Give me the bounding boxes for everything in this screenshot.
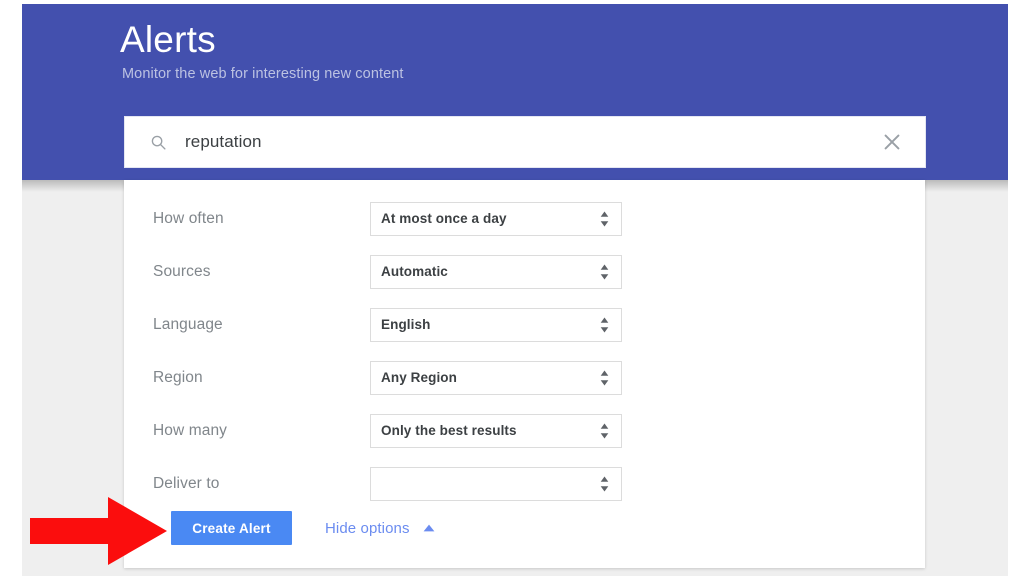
- option-row-sources: Sources Automatic: [124, 245, 925, 298]
- option-value: English: [381, 317, 431, 332]
- option-label: How often: [153, 209, 224, 227]
- page-title: Alerts: [120, 19, 216, 60]
- alert-options-card: How often At most once a day Sources Aut…: [124, 180, 925, 568]
- how-many-select[interactable]: Only the best results: [370, 413, 622, 448]
- search-icon: [151, 135, 166, 150]
- sources-select[interactable]: Automatic: [370, 254, 622, 289]
- alert-options-list: How often At most once a day Sources Aut…: [124, 192, 925, 510]
- option-label: Sources: [153, 262, 211, 280]
- card-actions: Create Alert Hide options: [171, 511, 435, 545]
- option-value: Only the best results: [381, 423, 517, 438]
- option-row-language: Language English: [124, 298, 925, 351]
- option-label: Deliver to: [153, 474, 220, 492]
- how-often-select[interactable]: At most once a day: [370, 201, 622, 236]
- deliver-to-select[interactable]: [370, 466, 622, 501]
- hide-options-link[interactable]: Hide options: [325, 520, 435, 537]
- page-subtitle: Monitor the web for interesting new cont…: [122, 66, 404, 82]
- region-select[interactable]: Any Region: [370, 360, 622, 395]
- close-icon[interactable]: [881, 131, 903, 153]
- spinner-updown-icon[interactable]: [599, 421, 610, 440]
- option-label: Language: [153, 315, 223, 333]
- search-input[interactable]: [185, 132, 881, 152]
- option-value: Any Region: [381, 370, 458, 385]
- spinner-updown-icon[interactable]: [599, 315, 610, 334]
- option-label: How many: [153, 421, 228, 439]
- spinner-updown-icon[interactable]: [599, 474, 610, 493]
- create-alert-button[interactable]: Create Alert: [171, 511, 292, 545]
- spinner-updown-icon[interactable]: [599, 262, 610, 281]
- option-row-region: Region Any Region: [124, 351, 925, 404]
- option-value: Automatic: [381, 264, 448, 279]
- option-row-how-many: How many Only the best results: [124, 404, 925, 457]
- alert-search-box[interactable]: [124, 116, 926, 168]
- option-value: At most once a day: [381, 211, 507, 226]
- option-row-how-often: How often At most once a day: [124, 192, 925, 245]
- spinner-updown-icon[interactable]: [599, 368, 610, 387]
- option-label: Region: [153, 368, 203, 386]
- caret-up-icon[interactable]: [423, 524, 435, 532]
- screenshot-root: Alerts Monitor the web for interesting n…: [0, 0, 1024, 576]
- hide-options-label: Hide options: [325, 519, 410, 537]
- spinner-updown-icon[interactable]: [599, 209, 610, 228]
- language-select[interactable]: English: [370, 307, 622, 342]
- option-row-deliver-to: Deliver to: [124, 457, 925, 510]
- app-header: Alerts Monitor the web for interesting n…: [22, 4, 1008, 180]
